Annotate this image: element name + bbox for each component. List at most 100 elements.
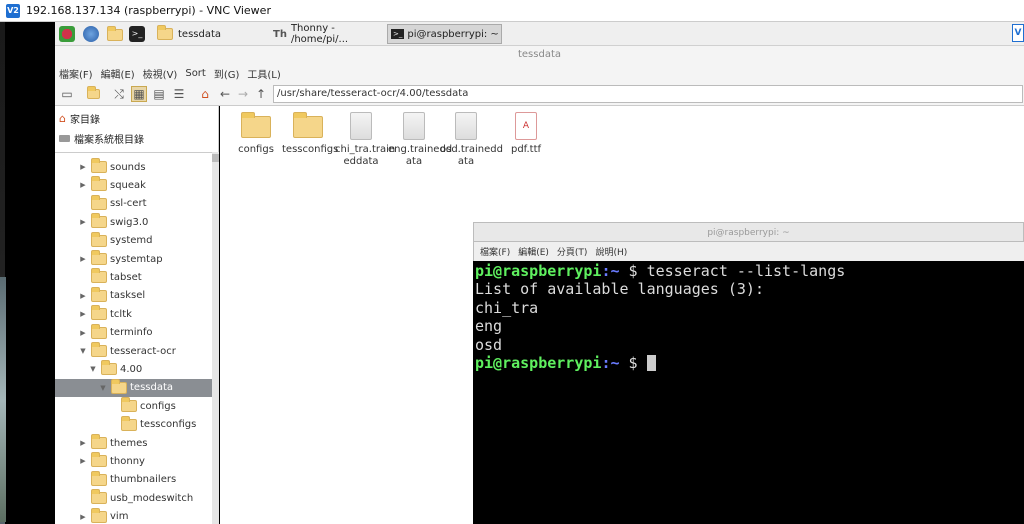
- taskbar-item-tessdata[interactable]: tessdata: [157, 24, 267, 44]
- collapse-arrow-icon[interactable]: ▼: [99, 384, 107, 392]
- command-text: tesseract --list-langs: [646, 262, 846, 280]
- drive-icon: [59, 135, 70, 142]
- tree-item[interactable]: ▼ tessdata: [55, 378, 218, 397]
- expand-arrow-icon[interactable]: ▶: [79, 310, 87, 318]
- font-file-icon: A: [515, 112, 537, 140]
- document-icon: [403, 112, 425, 140]
- tree-item[interactable]: ssl-cert: [55, 194, 218, 213]
- menu-go[interactable]: 到(G): [214, 66, 240, 81]
- raspberry-menu-icon[interactable]: [59, 26, 75, 42]
- file-item[interactable]: chi_tra.train eddata: [335, 112, 395, 168]
- back-arrow-icon[interactable]: ←: [217, 86, 233, 102]
- file-manager-icon[interactable]: [107, 26, 123, 45]
- tree-item[interactable]: ▶ systemtap: [55, 250, 218, 268]
- place-home[interactable]: ⌂ 家目錄: [59, 111, 100, 126]
- tree-item[interactable]: ▶ tasksel: [55, 286, 218, 305]
- file-manager-title: tessdata: [55, 46, 1024, 64]
- tree-item[interactable]: ▶ thonny: [55, 452, 218, 470]
- forward-arrow-icon[interactable]: →: [235, 86, 251, 102]
- tree-item-label: swig3.0: [110, 216, 149, 228]
- folder-icon: [241, 112, 271, 138]
- terminal-menu-edit[interactable]: 編輯(E): [518, 245, 549, 258]
- tree-scrollbar[interactable]: [212, 152, 219, 524]
- terminal-menu-tabs[interactable]: 分頁(T): [557, 245, 588, 258]
- tree-item-label: themes: [110, 437, 148, 449]
- place-filesystem-root[interactable]: 檔案系統根目錄: [59, 131, 144, 146]
- folder-icon: [111, 378, 127, 394]
- folder-icon: [91, 268, 107, 284]
- thumbnail-view-icon[interactable]: ▤: [151, 86, 167, 102]
- sidebar-toggle-icon[interactable]: ▭: [59, 86, 75, 102]
- tree-item-label: tessconfigs: [140, 419, 197, 431]
- file-name-continued: eddata: [343, 156, 379, 167]
- vnc-title-bar[interactable]: V2 192.168.137.134 (raspberrypi) - VNC V…: [0, 0, 1024, 22]
- tree-item[interactable]: tessconfigs: [55, 415, 218, 434]
- terminal-launcher-icon[interactable]: >_: [129, 26, 145, 42]
- file-name: pdf.ttf: [510, 144, 542, 155]
- vnc-icon: V2: [6, 3, 20, 18]
- expand-arrow-icon[interactable]: ▶: [79, 329, 87, 337]
- file-item[interactable]: Apdf.ttf: [500, 112, 552, 156]
- tree-item-label: thonny: [110, 455, 145, 467]
- tree-item[interactable]: tabset: [55, 268, 218, 286]
- expand-arrow-icon[interactable]: ▶: [79, 439, 87, 447]
- tree-item[interactable]: thumbnailers: [55, 470, 218, 489]
- collapse-arrow-icon[interactable]: ▼: [79, 347, 87, 355]
- expand-arrow-icon[interactable]: ▶: [79, 163, 87, 171]
- expand-arrow-icon[interactable]: ▶: [79, 457, 87, 465]
- terminal-menu-help[interactable]: 說明(H): [595, 245, 627, 258]
- tree-item[interactable]: ▶ vim: [55, 507, 218, 524]
- file-item[interactable]: eng.trainedd ata: [388, 112, 452, 168]
- taskbar-item-thonny[interactable]: Th Thonny - /home/pi/...: [273, 23, 385, 45]
- tree-item[interactable]: ▶ swig3.0: [55, 213, 218, 231]
- vnc-tray-icon[interactable]: V: [1012, 24, 1024, 42]
- terminal-title-bar[interactable]: pi@raspberrypi: ~: [473, 222, 1024, 242]
- shuffle-icon[interactable]: ⤭: [111, 86, 127, 102]
- expand-arrow-icon[interactable]: ▶: [79, 255, 87, 263]
- expand-arrow-icon[interactable]: ▶: [79, 181, 87, 189]
- new-folder-icon[interactable]: [85, 86, 101, 102]
- expand-arrow-icon[interactable]: ▶: [79, 218, 87, 226]
- tree-item[interactable]: ▶ terminfo: [55, 323, 218, 342]
- folder-icon: [91, 489, 107, 505]
- folder-icon: [91, 286, 107, 302]
- icon-view-icon[interactable]: ▦: [131, 86, 147, 102]
- menu-edit[interactable]: 編輯(E): [101, 66, 135, 81]
- terminal-menubar: 檔案(F) 編輯(E) 分頁(T) 說明(H): [473, 242, 1024, 261]
- tree-item[interactable]: ▶ themes: [55, 434, 218, 452]
- pi-taskbar: >_ tessdata Th Thonny - /home/pi/... >_ …: [55, 22, 1024, 46]
- tree-item[interactable]: ▶ sounds: [55, 158, 218, 176]
- collapse-arrow-icon[interactable]: ▼: [89, 365, 97, 373]
- menu-sort[interactable]: Sort: [185, 68, 206, 79]
- tree-item-label: systemtap: [110, 253, 163, 265]
- file-item[interactable]: osd.trainedd ata: [440, 112, 503, 168]
- tree-item[interactable]: configs: [55, 397, 218, 415]
- web-browser-icon[interactable]: [83, 26, 99, 42]
- terminal-output[interactable]: pi@raspberrypi:~ $ tesseract --list-lang…: [473, 261, 1024, 524]
- tree-item[interactable]: systemd: [55, 231, 218, 250]
- document-icon: [350, 112, 372, 140]
- menu-file[interactable]: 檔案(F): [59, 66, 93, 81]
- file-item[interactable]: configs: [230, 112, 282, 156]
- tree-item[interactable]: ▼ tesseract-ocr: [55, 342, 218, 360]
- terminal-menu-file[interactable]: 檔案(F): [480, 245, 510, 258]
- menu-view[interactable]: 檢視(V): [143, 66, 178, 81]
- folder-icon: [121, 397, 137, 413]
- document-icon: [455, 112, 477, 140]
- detailed-list-icon[interactable]: ☰: [171, 86, 187, 102]
- taskbar-item-terminal[interactable]: >_ pi@raspberrypi: ~: [387, 24, 502, 44]
- tree-item[interactable]: usb_modeswitch: [55, 489, 218, 507]
- tree-item[interactable]: ▼ 4.00: [55, 360, 218, 378]
- tree-item[interactable]: ▶ tcltk: [55, 305, 218, 323]
- file-name: configs: [238, 144, 274, 155]
- path-input[interactable]: /usr/share/tesseract-ocr/4.00/tessdata: [273, 85, 1023, 103]
- menu-tools[interactable]: 工具(L): [247, 66, 280, 81]
- tree-item[interactable]: ▶ squeak: [55, 176, 218, 194]
- home-button-icon[interactable]: ⌂: [197, 86, 213, 102]
- expand-arrow-icon[interactable]: ▶: [79, 292, 87, 300]
- file-item[interactable]: tessconfigs: [282, 112, 338, 156]
- up-arrow-icon[interactable]: ↑: [253, 86, 269, 102]
- tree-item-label: tasksel: [110, 290, 146, 302]
- folder-icon: [157, 25, 173, 40]
- expand-arrow-icon[interactable]: ▶: [79, 513, 87, 521]
